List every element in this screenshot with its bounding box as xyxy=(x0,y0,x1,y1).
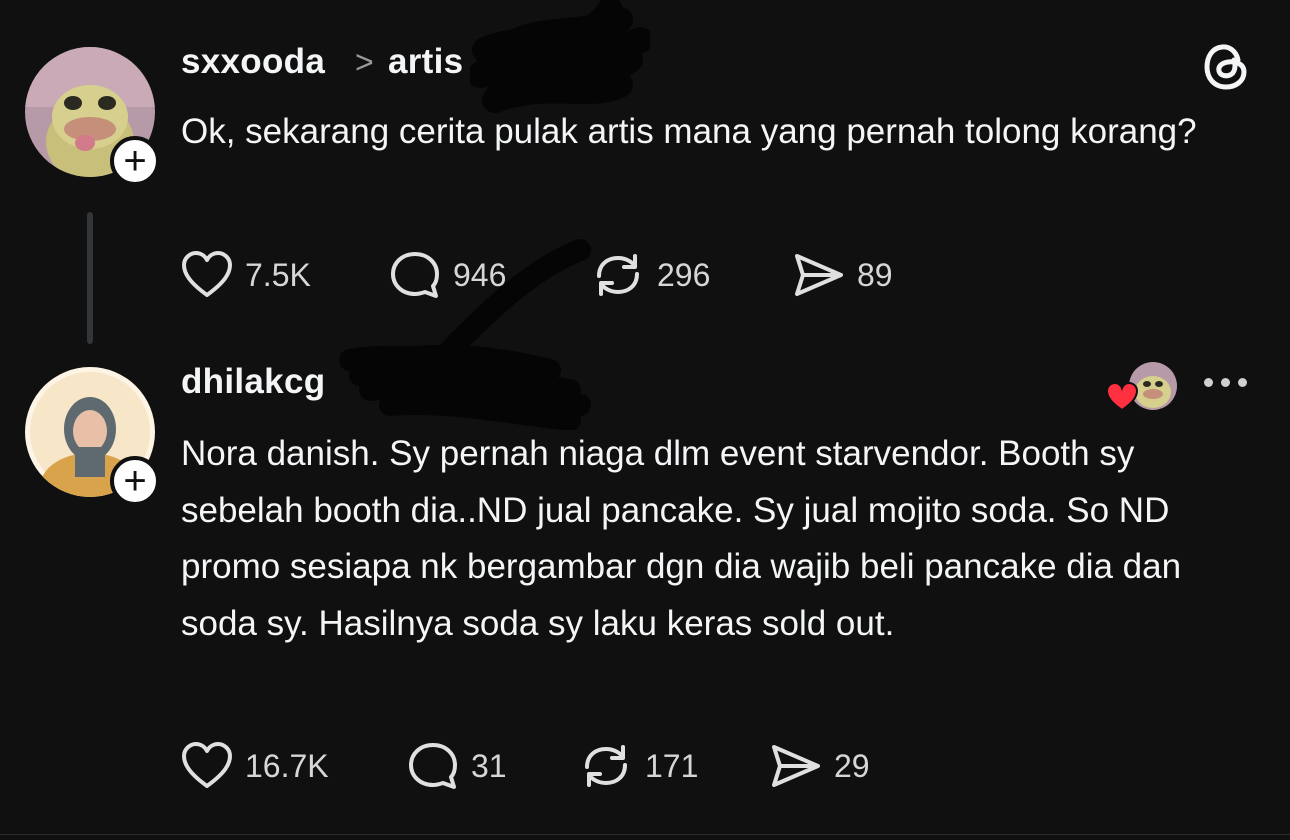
reply-button[interactable]: 946 xyxy=(389,250,506,300)
reply-text: Nora danish. Sy pernah niaga dlm event s… xyxy=(181,434,1182,643)
repost-count: 171 xyxy=(645,747,699,784)
follow-author-button[interactable]: + xyxy=(110,136,160,186)
replier-username[interactable]: dhilakcg xyxy=(181,362,325,402)
threads-logo-icon[interactable] xyxy=(1200,40,1252,99)
post-text: Ok, sekarang cerita pulak artis mana yan… xyxy=(181,112,1197,151)
repost-icon xyxy=(585,745,627,787)
reply-button[interactable]: 31 xyxy=(407,741,507,791)
like-button[interactable]: 7.5K xyxy=(181,250,311,300)
repost-count: 296 xyxy=(657,256,711,293)
share-count: 89 xyxy=(857,256,893,293)
more-options-icon[interactable] xyxy=(1204,378,1247,387)
topic-tag[interactable]: artis xyxy=(388,42,463,82)
author-username[interactable]: sxxooda xyxy=(181,42,325,82)
like-button[interactable]: 16.7K xyxy=(181,741,329,791)
like-count: 7.5K xyxy=(245,256,311,293)
comment-icon xyxy=(409,743,457,789)
plus-icon: + xyxy=(123,139,147,183)
redaction-scribble xyxy=(470,0,650,113)
share-button[interactable]: 89 xyxy=(793,250,893,300)
breadcrumb-chevron-icon: > xyxy=(355,44,374,80)
share-button[interactable]: 29 xyxy=(770,741,870,791)
heart-icon xyxy=(182,742,232,788)
like-count: 16.7K xyxy=(245,747,329,784)
liked-by-author-heart-icon xyxy=(1105,381,1139,417)
share-count: 29 xyxy=(834,747,870,784)
thread-connector-line xyxy=(87,212,93,344)
repost-icon xyxy=(597,254,639,296)
send-icon xyxy=(795,254,843,296)
reply-count: 31 xyxy=(471,747,507,784)
follow-replier-button[interactable]: + xyxy=(110,456,160,506)
repost-button[interactable]: 171 xyxy=(579,741,698,791)
heart-icon xyxy=(182,251,232,297)
reply-count: 946 xyxy=(453,256,507,293)
comment-icon xyxy=(391,252,439,298)
repost-button[interactable]: 296 xyxy=(591,250,710,300)
send-icon xyxy=(772,745,820,787)
plus-icon: + xyxy=(123,459,147,503)
divider xyxy=(0,834,1290,835)
